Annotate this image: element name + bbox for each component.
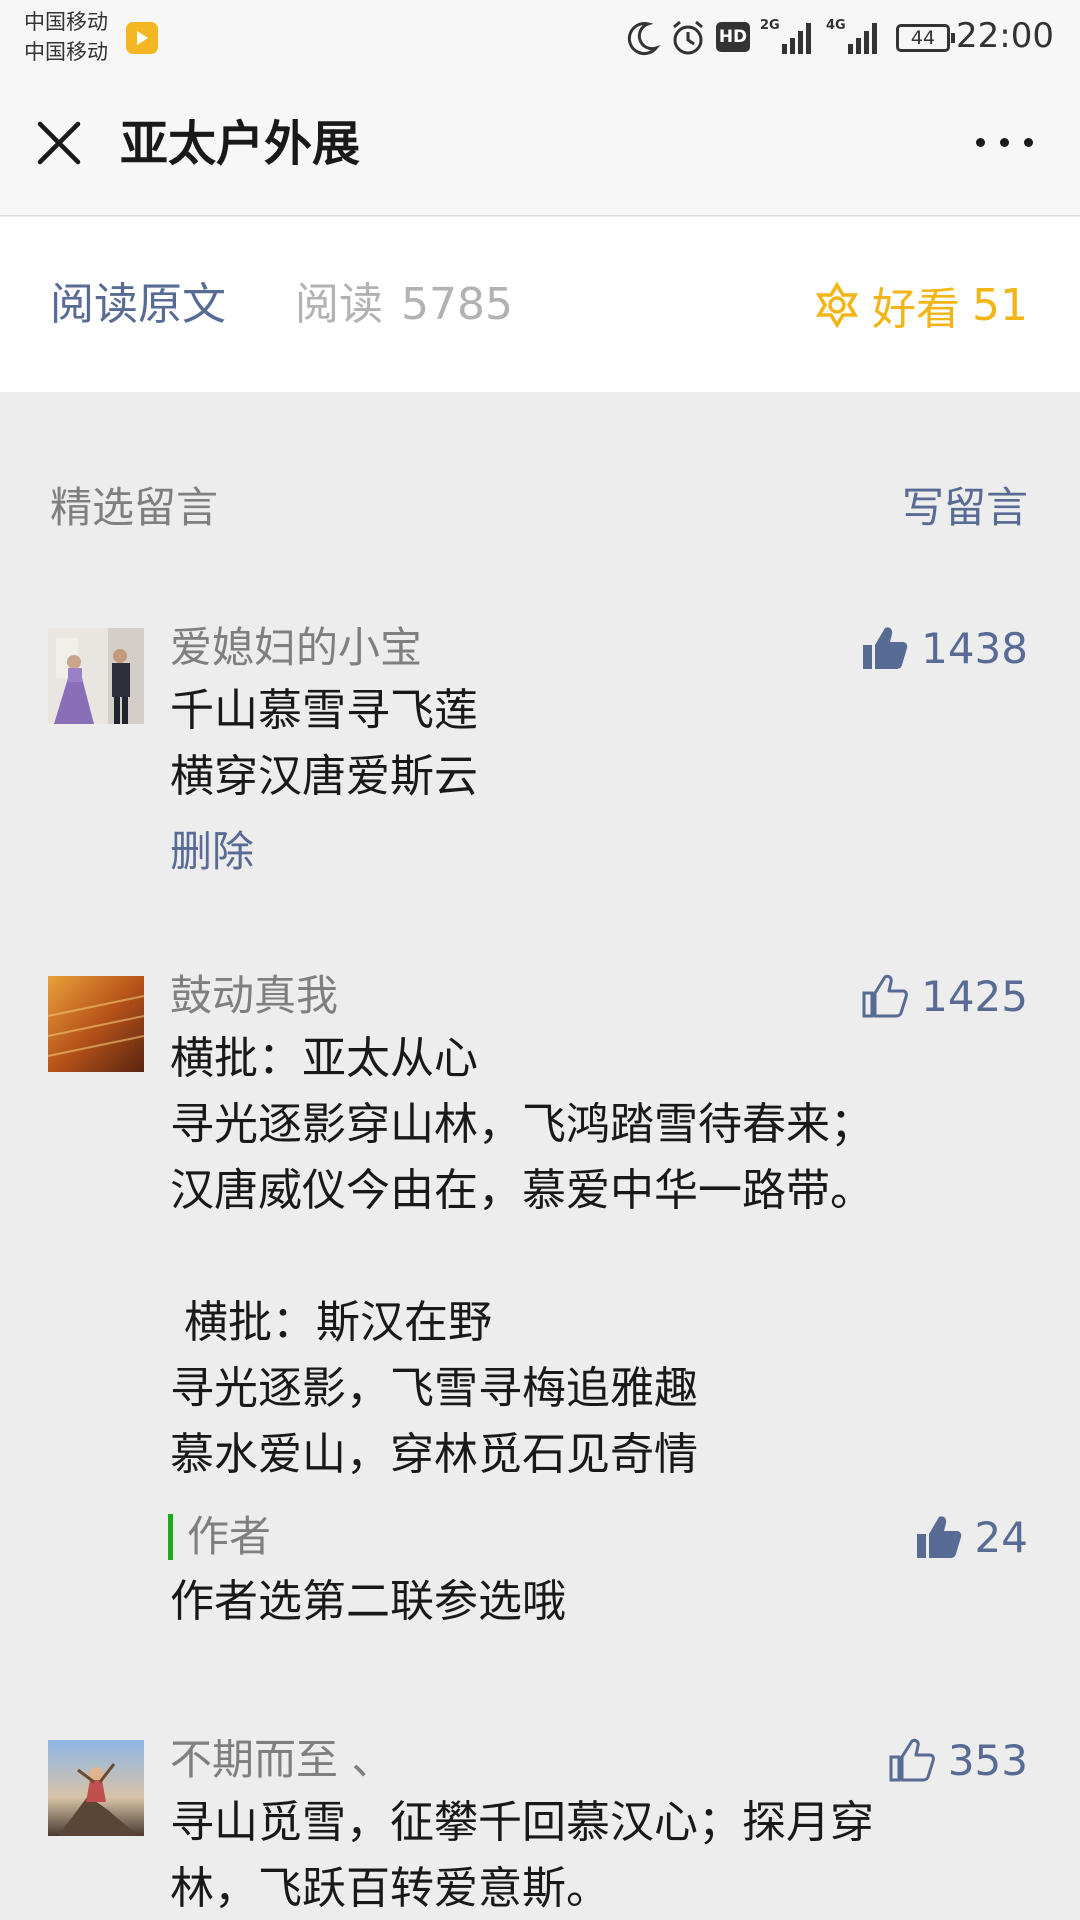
reply-like-count: 24 xyxy=(974,1512,1028,1562)
wow-button[interactable]: 好看 51 xyxy=(814,277,1028,335)
author-reply-name: 作者 xyxy=(187,1512,272,1561)
navigation-bar: 亚太户外展 xyxy=(0,76,1080,216)
author-accent-bar xyxy=(168,1514,173,1560)
battery-icon: 44 xyxy=(896,24,955,52)
read-original-link[interactable]: 阅读原文 xyxy=(50,277,226,333)
delete-comment-link[interactable]: 删除 xyxy=(170,824,254,880)
comment-text: 横批：亚太从心 寻光逐影穿山林，飞鸿踏雪待春来； 汉唐威仪今由在，慕爱中华一路带… xyxy=(170,1033,874,1480)
thumbs-up-filled-icon xyxy=(916,1516,961,1558)
reply-like-button[interactable]: 24 xyxy=(915,1509,1028,1565)
wow-label: 好看 xyxy=(872,284,960,335)
like-button[interactable]: 1438 xyxy=(861,620,1028,676)
author-reply-text: 作者选第二联参选哦 xyxy=(170,1576,566,1627)
comment-nickname[interactable]: 爱媳妇的小宝 xyxy=(170,620,422,676)
video-app-icon xyxy=(126,22,158,54)
featured-comments-title: 精选留言 xyxy=(50,483,219,532)
thumbs-up-outline-icon xyxy=(862,974,908,1018)
like-count: 353 xyxy=(947,1735,1028,1785)
clock-time: 22:00 xyxy=(956,16,1054,56)
signal-icon-1: 2G xyxy=(760,18,816,58)
like-count: 1438 xyxy=(921,623,1028,673)
status-bar: 中国移动 中国移动 HD 2G 4G 44 22:00 xyxy=(0,0,1080,76)
alarm-clock-icon xyxy=(673,20,703,55)
avatar[interactable] xyxy=(48,1740,144,1836)
network-type-2: 4G xyxy=(826,18,846,33)
wow-flower-icon xyxy=(815,282,859,328)
avatar[interactable] xyxy=(48,976,144,1072)
comment-nickname[interactable]: 鼓动真我 xyxy=(170,968,338,1024)
carrier-label-2: 中国移动 xyxy=(24,40,108,64)
read-count-label: 阅读 xyxy=(295,279,383,330)
article-stats-bar: 阅读原文 阅读 5785 好看 51 xyxy=(0,217,1080,392)
comment-text: 千山慕雪寻飞莲 横穿汉唐爱斯云 xyxy=(170,685,478,802)
more-options-icon[interactable] xyxy=(976,134,1036,150)
thumbs-up-outline-icon xyxy=(889,1738,935,1782)
thumbs-up-filled-icon xyxy=(863,627,908,669)
like-button[interactable]: 353 xyxy=(888,1732,1028,1788)
battery-level: 44 xyxy=(910,27,936,49)
author-reply-label: 作者 xyxy=(168,1509,271,1565)
write-comment-link[interactable]: 写留言 xyxy=(902,480,1028,536)
read-count: 阅读 5785 xyxy=(295,277,513,333)
comment-nickname[interactable]: 不期而至 、 xyxy=(170,1732,393,1788)
do-not-disturb-moon-icon xyxy=(627,22,661,56)
like-count: 1425 xyxy=(921,971,1028,1021)
avatar[interactable] xyxy=(48,628,144,724)
carrier-label-1: 中国移动 xyxy=(24,10,108,34)
wow-count: 51 xyxy=(972,279,1028,331)
network-type-1: 2G xyxy=(760,18,780,33)
hd-voice-icon: HD xyxy=(716,22,750,52)
close-icon[interactable] xyxy=(34,118,84,168)
signal-icon-2: 4G xyxy=(826,18,882,58)
page-title: 亚太户外展 xyxy=(120,116,361,172)
like-button[interactable]: 1425 xyxy=(861,968,1028,1024)
comment-text: 寻山觅雪，征攀千回慕汉心；探月穿 林，飞跃百转爱意斯。 xyxy=(170,1797,874,1914)
read-count-value: 5785 xyxy=(401,279,513,330)
